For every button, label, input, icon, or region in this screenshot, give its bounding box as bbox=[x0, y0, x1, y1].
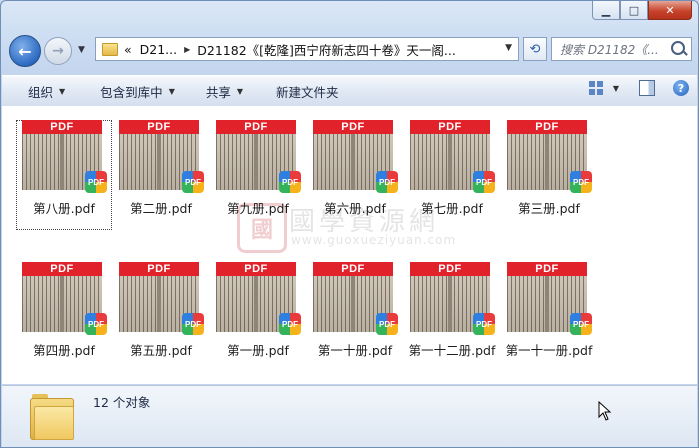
pdf-banner: PDF bbox=[313, 120, 393, 134]
organize-menu[interactable]: 组织 ▼ bbox=[2, 76, 76, 106]
file-item[interactable]: PDF PDF 第四册.pdf bbox=[16, 262, 112, 372]
include-in-library-menu[interactable]: 包含到库中 ▼ bbox=[76, 76, 186, 106]
share-label: 共享 bbox=[205, 84, 231, 100]
search-icon[interactable] bbox=[671, 41, 685, 55]
file-item[interactable]: PDF PDF 第七册.pdf bbox=[404, 120, 500, 230]
file-name[interactable]: 第七册.pdf bbox=[404, 198, 500, 217]
address-dropdown-icon[interactable]: ▼ bbox=[505, 43, 512, 53]
pdf-banner: PDF bbox=[507, 262, 587, 276]
pdf-banner: PDF bbox=[119, 120, 199, 134]
file-name[interactable]: 第三册.pdf bbox=[501, 198, 597, 217]
breadcrumb-overflow[interactable]: « bbox=[124, 42, 132, 57]
back-button[interactable]: ← bbox=[9, 35, 41, 67]
include-in-library-label: 包含到库中 bbox=[100, 84, 163, 100]
new-folder-button[interactable]: 新建文件夹 bbox=[254, 76, 350, 106]
pdf-app-icon: PDF bbox=[570, 171, 592, 193]
file-name[interactable]: 第六册.pdf bbox=[307, 198, 403, 217]
pdf-banner: PDF bbox=[410, 262, 490, 276]
search-input[interactable]: 搜索 D21182《... bbox=[560, 41, 672, 58]
pdf-app-icon: PDF bbox=[376, 171, 398, 193]
file-name[interactable]: 第二册.pdf bbox=[113, 198, 209, 217]
file-item[interactable]: PDF PDF 第一十二册.pdf bbox=[404, 262, 500, 372]
pdf-banner: PDF bbox=[119, 262, 199, 276]
window-caption-buttons: ▁ □ ✕ bbox=[592, 1, 692, 20]
pdf-app-icon: PDF bbox=[376, 313, 398, 335]
breadcrumb-item-current[interactable]: D21182《[乾隆]西宁府新志四十卷》天一阁... bbox=[197, 40, 456, 59]
command-bar: 组织 ▼ 包含到库中 ▼ 共享 ▼ 新建文件夹 ▼ ? bbox=[2, 75, 697, 107]
file-name[interactable]: 第一十二册.pdf bbox=[404, 340, 500, 359]
share-menu[interactable]: 共享 ▼ bbox=[186, 76, 254, 106]
new-folder-label: 新建文件夹 bbox=[276, 84, 339, 100]
pdf-banner: PDF bbox=[22, 262, 102, 276]
pdf-app-icon: PDF bbox=[182, 171, 204, 193]
item-count: 12 个对象 bbox=[93, 395, 151, 410]
file-name[interactable]: 第五册.pdf bbox=[113, 340, 209, 359]
pdf-banner: PDF bbox=[313, 262, 393, 276]
file-name[interactable]: 第一册.pdf bbox=[210, 340, 306, 359]
details-pane: 12 个对象 bbox=[2, 385, 697, 447]
forward-button[interactable]: → bbox=[44, 37, 72, 65]
breadcrumb-item-parent[interactable]: D21... bbox=[140, 42, 177, 57]
file-item[interactable]: PDF PDF 第二册.pdf bbox=[113, 120, 209, 230]
pdf-app-icon: PDF bbox=[85, 313, 107, 335]
file-item[interactable]: PDF PDF 第一册.pdf bbox=[210, 262, 306, 372]
preview-pane-icon[interactable] bbox=[639, 80, 655, 96]
file-item[interactable]: PDF PDF 第一十册.pdf bbox=[307, 262, 403, 372]
file-name[interactable]: 第九册.pdf bbox=[210, 198, 306, 217]
close-button[interactable]: ✕ bbox=[648, 1, 692, 20]
pdf-app-icon: PDF bbox=[85, 171, 107, 193]
pdf-banner: PDF bbox=[410, 120, 490, 134]
pdf-banner: PDF bbox=[507, 120, 587, 134]
file-item[interactable]: PDF PDF 第九册.pdf bbox=[210, 120, 306, 230]
watermark-url: www.guoxueziyuan.com bbox=[291, 233, 457, 247]
back-arrow-icon: ← bbox=[18, 41, 32, 61]
maximize-button[interactable]: □ bbox=[620, 1, 648, 20]
pdf-app-icon: PDF bbox=[182, 313, 204, 335]
pdf-banner: PDF bbox=[22, 120, 102, 134]
large-folder-icon bbox=[30, 392, 74, 440]
pdf-app-icon: PDF bbox=[279, 313, 301, 335]
file-item[interactable]: PDF PDF 第一十一册.pdf bbox=[501, 262, 597, 372]
file-item[interactable]: PDF PDF 第六册.pdf bbox=[307, 120, 403, 230]
pdf-app-icon: PDF bbox=[473, 313, 495, 335]
refresh-icon: ⟲ bbox=[529, 41, 541, 57]
search-box[interactable]: 搜索 D21182《... bbox=[551, 37, 692, 61]
command-bar-right: ▼ ? bbox=[588, 80, 689, 96]
chevron-down-icon: ▼ bbox=[236, 86, 244, 96]
chevron-down-icon: ▼ bbox=[168, 86, 175, 96]
file-item[interactable]: PDF PDF 第八册.pdf bbox=[16, 120, 112, 230]
minimize-button[interactable]: ▁ bbox=[592, 1, 620, 20]
breadcrumb-separator-icon[interactable]: ▶ bbox=[184, 45, 190, 54]
file-list[interactable]: 國 國學資源網 www.guoxueziyuan.com PDF PDF 第八册.p… bbox=[2, 106, 697, 384]
navigation-bar: ← → ▼ « D21... ▶ D21182《[乾隆]西宁府新志四十卷》天一阁… bbox=[9, 35, 692, 69]
view-options-dropdown-icon[interactable]: ▼ bbox=[613, 84, 619, 93]
help-icon[interactable]: ? bbox=[673, 80, 689, 96]
organize-label: 组织 bbox=[28, 84, 54, 100]
recent-pages-dropdown-icon[interactable]: ▼ bbox=[78, 45, 88, 55]
file-item[interactable]: PDF PDF 第五册.pdf bbox=[113, 262, 209, 372]
pdf-app-icon: PDF bbox=[570, 313, 592, 335]
pdf-app-icon: PDF bbox=[279, 171, 301, 193]
pdf-app-icon: PDF bbox=[473, 171, 495, 193]
folder-icon bbox=[102, 42, 118, 56]
refresh-button[interactable]: ⟲ bbox=[523, 37, 547, 61]
explorer-window: ▁ □ ✕ ← → ▼ « D21... ▶ D21182《[乾隆]西宁府新志四… bbox=[0, 0, 699, 448]
file-item[interactable]: PDF PDF 第三册.pdf bbox=[501, 120, 597, 230]
forward-arrow-icon: → bbox=[52, 43, 64, 59]
pdf-banner: PDF bbox=[216, 120, 296, 134]
file-name[interactable]: 第四册.pdf bbox=[16, 340, 112, 359]
change-view-icon[interactable] bbox=[588, 81, 603, 95]
chevron-down-icon: ▼ bbox=[59, 86, 66, 96]
pdf-banner: PDF bbox=[216, 262, 296, 276]
file-name[interactable]: 第八册.pdf bbox=[16, 198, 112, 217]
file-name[interactable]: 第一十一册.pdf bbox=[501, 340, 597, 359]
file-name[interactable]: 第一十册.pdf bbox=[307, 340, 403, 359]
address-bar[interactable]: « D21... ▶ D21182《[乾隆]西宁府新志四十卷》天一阁... ▼ bbox=[95, 37, 519, 61]
